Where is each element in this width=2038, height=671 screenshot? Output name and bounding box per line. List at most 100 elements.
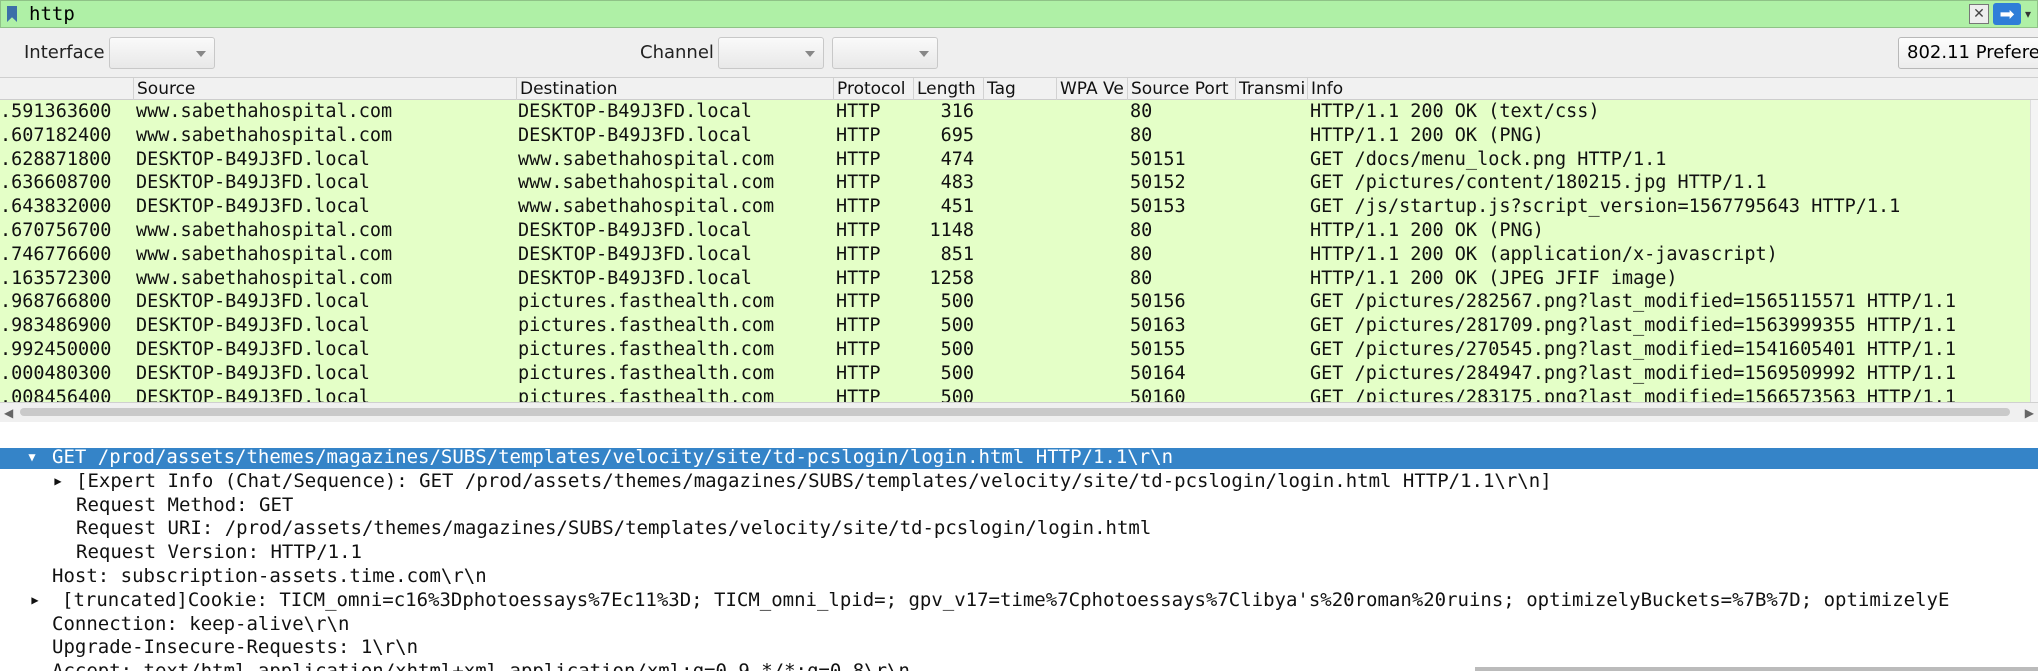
column-header-length[interactable]: Length [914,78,984,100]
cell-source-port: 80 [1130,101,1153,122]
column-header-protocol[interactable]: Protocol [834,78,914,100]
details-horizontal-scrollbar[interactable] [1475,667,2038,671]
detail-tree-row[interactable]: Request URI: /prod/assets/themes/magazin… [0,516,2038,540]
cell-time: .628871800 [0,148,112,170]
detail-tree-row[interactable]: Connection: keep-alive\r\n [0,612,2038,636]
cell-time: .008456400 [0,386,112,402]
collapsed-arrow-icon[interactable]: ▶ [28,588,42,612]
packet-row[interactable]: .983486900 DESKTOP-B49J3FD.local pictures.… [0,314,2030,338]
detail-tree-row[interactable]: Request Method: GET [0,493,2038,517]
packet-row[interactable]: .670756700 www.sabethahospital.com DESKTOP… [0,219,2030,243]
packet-row[interactable]: .636608700 DESKTOP-B49J3FD.local www.sabet… [0,171,2030,195]
clear-filter-button[interactable]: ✕ [1969,4,1989,24]
column-header-transmitter[interactable]: Transmi [1236,78,1308,100]
cell-protocol: HTTP [836,148,881,170]
display-filter-input[interactable] [23,2,1969,26]
packet-row[interactable]: .968766800 DESKTOP-B49J3FD.local pictures.… [0,290,2030,314]
column-header-info[interactable]: Info [1308,78,2038,100]
cell-destination: DESKTOP-B49J3FD.local [518,220,752,241]
interface-label: Interface [24,42,105,63]
cell-protocol: HTTP [836,291,881,313]
column-header-time[interactable] [0,78,134,100]
packet-details-tree: ▼ GET /prod/assets/themes/magazines/SUBS/… [0,448,2038,671]
cell-time: .670756700 [0,220,112,241]
channel-width-select[interactable] [832,37,938,69]
packet-rows: .591363600 www.sabethahospital.com DESKTOP… [0,100,2030,402]
cell-length: 500 [940,339,974,360]
scroll-left-icon[interactable]: ◀ [4,406,13,420]
column-header-source[interactable]: Source [134,78,517,100]
cell-source: www.sabethahospital.com [136,243,393,265]
cell-info: GET /pictures/270545.png?last_modified=1… [1310,339,1957,360]
detail-tree-label: Upgrade-Insecure-Requests: 1\r\n [52,636,419,659]
packet-list-horizontal-scrollbar[interactable]: ◀ ▶ [0,402,2038,422]
cell-source-port: 50164 [1130,362,1186,384]
cell-time: .607182400 [0,124,112,146]
cell-info: HTTP/1.1 200 OK (JPEG JFIF image) [1310,267,1678,289]
packet-row[interactable]: .591363600 www.sabethahospital.com DESKTOP… [0,100,2030,124]
cell-protocol: HTTP [836,362,881,384]
cell-protocol: HTTP [836,101,881,122]
packet-row[interactable]: .607182400 www.sabethahospital.com DESKTOP… [0,124,2030,148]
cell-length: 474 [940,148,974,170]
cell-info: HTTP/1.1 200 OK (PNG) [1310,220,1544,241]
detail-tree-row[interactable]: Upgrade-Insecure-Requests: 1\r\n [0,635,2038,659]
cell-protocol: HTTP [836,243,881,265]
cell-protocol: HTTP [836,315,881,337]
cell-info: GET /pictures/content/180215.jpg HTTP/1.… [1310,172,1767,194]
cell-source: DESKTOP-B49J3FD.local [136,386,370,402]
packet-row[interactable]: .628871800 DESKTOP-B49J3FD.local www.sabet… [0,148,2030,172]
packet-row[interactable]: .163572300 www.sabethahospital.com DESKTOP… [0,267,2030,291]
scroll-right-icon[interactable]: ▶ [2025,406,2034,420]
column-header-wpa-version[interactable]: WPA Ve [1057,78,1128,100]
cell-source: DESKTOP-B49J3FD.local [136,172,370,194]
chevron-down-icon [805,51,815,57]
cell-time: .636608700 [0,172,112,194]
cell-time: .992450000 [0,339,112,360]
cell-length: 316 [940,101,974,122]
cell-info: GET /pictures/284947.png?last_modified=1… [1310,362,1957,384]
detail-tree-label: Accept: text/html,application/xhtml+xml,… [52,659,910,671]
clear-icon: ✕ [1973,6,1985,22]
cell-time: .983486900 [0,315,112,337]
packet-row[interactable]: .008456400 DESKTOP-B49J3FD.local pictures.… [0,386,2030,402]
expanded-arrow-icon[interactable]: ▼ [25,448,39,469]
filter-bookmark-button[interactable] [1,1,23,27]
interface-select[interactable] [109,37,215,69]
cell-protocol: HTTP [836,267,881,289]
cell-length: 1148 [929,220,974,241]
cell-source-port: 50153 [1130,196,1186,218]
detail-tree-label: Host: subscription-assets.time.com\r\n [52,565,487,587]
cell-source: www.sabethahospital.com [136,101,393,122]
detail-tree-row[interactable]: ▼ GET /prod/assets/themes/magazines/SUBS/… [0,448,2038,469]
column-header-tag[interactable]: Tag [984,78,1057,100]
wireless-toolbar: Interface Channel 802.11 Preferences [0,28,2038,78]
cell-destination: www.sabethahospital.com [518,172,775,194]
packet-list-vertical-scrollbar[interactable] [2030,100,2038,402]
cell-source: DESKTOP-B49J3FD.local [136,196,370,218]
packet-row[interactable]: .746776600 www.sabethahospital.com DESKTOP… [0,243,2030,267]
cell-info: HTTP/1.1 200 OK (application/x-javascrip… [1310,243,1778,265]
packet-row[interactable]: .643832000 DESKTOP-B49J3FD.local www.sabet… [0,195,2030,219]
packet-row[interactable]: .000480300 DESKTOP-B49J3FD.local pictures.… [0,362,2030,386]
column-header-source-port[interactable]: Source Port [1128,78,1236,100]
cell-info: GET /js/startup.js?script_version=156779… [1310,196,1901,218]
apply-filter-button[interactable]: ➡ [1993,3,2021,25]
cell-info: GET /pictures/283175.png?last_modified=1… [1310,386,1957,402]
cell-length: 500 [940,362,974,384]
wireless-preferences-button[interactable]: 802.11 Preferences [1898,37,2038,69]
filter-history-dropdown[interactable]: ▾ [2025,7,2037,21]
column-header-destination[interactable]: Destination [517,78,834,100]
scrollbar-thumb[interactable] [20,408,2010,416]
detail-tree-row[interactable]: Host: subscription-assets.time.com\r\n [0,564,2038,588]
collapsed-arrow-icon[interactable]: ▶ [51,469,65,493]
cell-source: www.sabethahospital.com [136,267,393,289]
channel-select[interactable] [718,37,824,69]
detail-tree-row[interactable]: ▶ [Expert Info (Chat/Sequence): GET /prod… [0,469,2038,493]
detail-tree-row[interactable]: Request Version: HTTP/1.1 [0,540,2038,564]
packet-row[interactable]: .992450000 DESKTOP-B49J3FD.local pictures.… [0,338,2030,362]
detail-tree-row[interactable]: ▶ [truncated]Cookie: TICM_omni=c16%3Dphot… [0,588,2038,612]
cell-source-port: 50163 [1130,315,1186,337]
cell-length: 500 [940,291,974,313]
cell-destination: pictures.fasthealth.com [518,362,775,384]
